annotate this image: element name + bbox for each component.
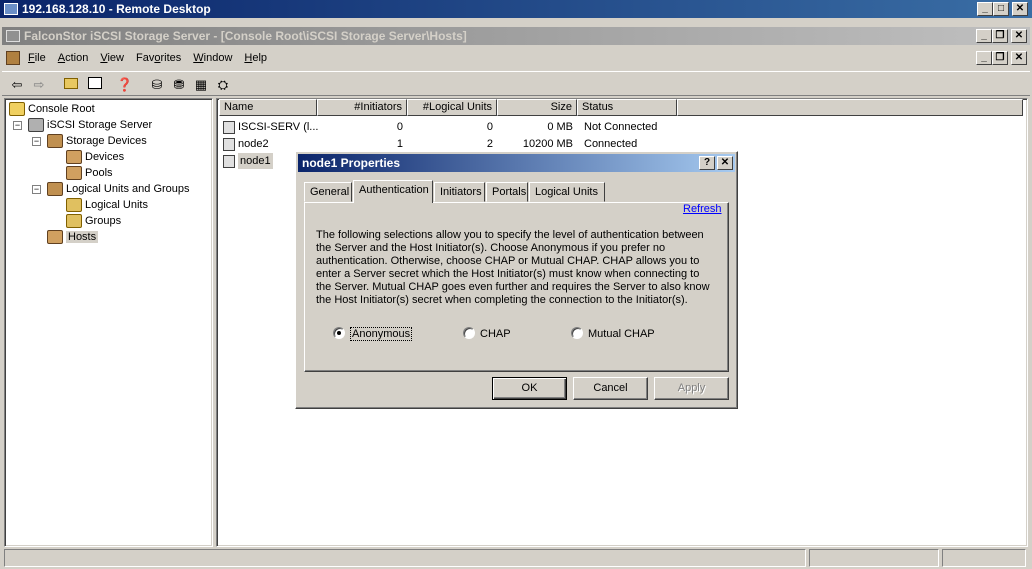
menu-view[interactable]: View: [94, 48, 130, 68]
radio-mutual-chap-label[interactable]: Mutual CHAP: [588, 328, 655, 340]
tree-item-iscsi-server[interactable]: iSCSI Storage Server: [28, 117, 152, 133]
expand-server-toggle[interactable]: −: [13, 121, 22, 130]
cancel-button[interactable]: Cancel: [573, 377, 648, 400]
column-header-status[interactable]: Status: [577, 99, 677, 116]
tab-logical-units[interactable]: Logical Units: [529, 182, 605, 202]
host-icon: [223, 138, 235, 151]
dialog-title: node1 Properties: [302, 156, 401, 170]
menu-bar: File Action View Favorites Window Help: [2, 48, 1030, 69]
table-row[interactable]: ISCSI-SERV (l... 0 0 0 MB Not Connected: [219, 119, 679, 135]
forward-arrow-icon[interactable]: ⇨: [28, 75, 50, 95]
tree-item-console-root[interactable]: Console Root: [9, 101, 95, 117]
rdp-minimize-button[interactable]: _: [977, 2, 993, 16]
menu-file[interactable]: File: [22, 48, 52, 68]
tab-authentication[interactable]: Authentication: [353, 180, 433, 203]
refresh-link[interactable]: Refresh: [683, 203, 722, 215]
rdp-window-icon: [4, 3, 18, 15]
pools-icon: [66, 166, 82, 181]
menu-help[interactable]: Help: [238, 48, 273, 68]
host-icon: [223, 121, 235, 134]
properties-icon[interactable]: ▦: [190, 75, 212, 95]
radio-chap-label[interactable]: CHAP: [480, 328, 511, 340]
status-segment-2: [809, 549, 939, 567]
rdp-title: 192.168.128.10 - Remote Desktop: [22, 2, 211, 16]
host-icon: [223, 155, 235, 168]
status-segment-3: [942, 549, 1026, 567]
authentication-panel: Refresh The following selections allow y…: [304, 202, 729, 372]
dialog-close-button[interactable]: ✕: [717, 156, 733, 170]
column-header-filler: [677, 99, 1023, 116]
app-close-button[interactable]: ✕: [1011, 29, 1027, 43]
back-arrow-icon[interactable]: ⇦: [6, 75, 28, 95]
hosts-icon: [47, 230, 63, 245]
column-header-initiators[interactable]: #Initiators: [317, 99, 407, 116]
ok-button[interactable]: OK: [492, 377, 567, 400]
tree-pane[interactable]: Console Root − iSCSI Storage Server − St…: [4, 98, 213, 547]
mmc-icon: [6, 51, 20, 65]
folder-icon: [9, 102, 25, 117]
menu-favorites[interactable]: Favorites: [130, 48, 187, 68]
groups-icon: [66, 214, 82, 229]
column-header-logical-units[interactable]: #Logical Units: [407, 99, 497, 116]
radio-anonymous[interactable]: [333, 327, 345, 339]
tab-portals[interactable]: Portals: [486, 182, 528, 202]
up-folder-icon[interactable]: [60, 75, 82, 95]
help-icon[interactable]: ❓: [114, 75, 136, 95]
app-title-bar[interactable]: FalconStor iSCSI Storage Server - [Conso…: [2, 27, 1030, 45]
table-row[interactable]: node2 1 2 10200 MB Connected: [219, 136, 679, 152]
expand-storage-devices-toggle[interactable]: −: [32, 137, 41, 146]
server-icon: [28, 118, 44, 133]
radio-mutual-chap[interactable]: [571, 327, 583, 339]
apply-button[interactable]: Apply: [654, 377, 729, 400]
tree-item-hosts[interactable]: Hosts: [47, 229, 99, 245]
app-restore-button[interactable]: ❐: [992, 29, 1008, 43]
logical-units-icon: [66, 198, 82, 213]
menu-window[interactable]: Window: [187, 48, 238, 68]
lun-group-icon: [47, 182, 63, 197]
server-icon[interactable]: ⛁: [146, 75, 168, 95]
menu-action[interactable]: Action: [52, 48, 95, 68]
tab-strip: General Authentication Initiators Portal…: [304, 180, 732, 204]
tree-item-pools[interactable]: Pools: [66, 165, 113, 181]
properties-dialog: node1 Properties ? ✕ General Authenticat…: [295, 151, 738, 409]
tab-initiators[interactable]: Initiators: [434, 182, 485, 202]
child-restore-button[interactable]: ❐: [992, 51, 1008, 65]
radio-selected-dot: [337, 331, 341, 335]
app-title: FalconStor iSCSI Storage Server - [Conso…: [24, 29, 467, 43]
authentication-description: The following selections allow you to sp…: [316, 229, 710, 306]
rdp-maximize-button[interactable]: □: [993, 2, 1009, 16]
expand-lug-toggle[interactable]: −: [32, 185, 41, 194]
status-bar: [2, 547, 1030, 569]
tree-item-storage-devices[interactable]: Storage Devices: [47, 133, 147, 149]
child-minimize-button[interactable]: _: [976, 51, 992, 65]
devices-icon: [66, 150, 82, 165]
app-minimize-button[interactable]: _: [976, 29, 992, 43]
tab-general[interactable]: General: [304, 182, 352, 202]
tree-item-devices[interactable]: Devices: [66, 149, 124, 165]
child-close-button[interactable]: ✕: [1011, 51, 1027, 65]
column-header-size[interactable]: Size: [497, 99, 577, 116]
tree-item-groups[interactable]: Groups: [66, 213, 121, 229]
status-segment-main: [4, 549, 806, 567]
disk-icon[interactable]: ⛃: [168, 75, 190, 95]
app-window-icon: [6, 30, 20, 42]
dialog-help-button[interactable]: ?: [699, 156, 715, 170]
rdp-title-bar[interactable]: 192.168.128.10 - Remote Desktop: [0, 0, 1032, 18]
rdp-close-button[interactable]: ✕: [1012, 2, 1028, 16]
console-icon[interactable]: ⛭: [212, 75, 234, 95]
tree-item-logical-units[interactable]: Logical Units: [66, 197, 148, 213]
radio-anonymous-label[interactable]: Anonymous: [350, 327, 413, 341]
tree-item-logical-units-and-groups[interactable]: Logical Units and Groups: [47, 181, 190, 197]
dialog-title-bar[interactable]: node1 Properties: [298, 154, 735, 172]
column-header-name[interactable]: Name: [219, 99, 317, 116]
radio-chap[interactable]: [463, 327, 475, 339]
toolbar: ⇦ ⇨ ❓ ⛁ ⛃ ▦ ⛭: [2, 71, 1030, 96]
storage-icon: [47, 134, 63, 149]
show-hide-tree-icon[interactable]: [84, 75, 106, 95]
